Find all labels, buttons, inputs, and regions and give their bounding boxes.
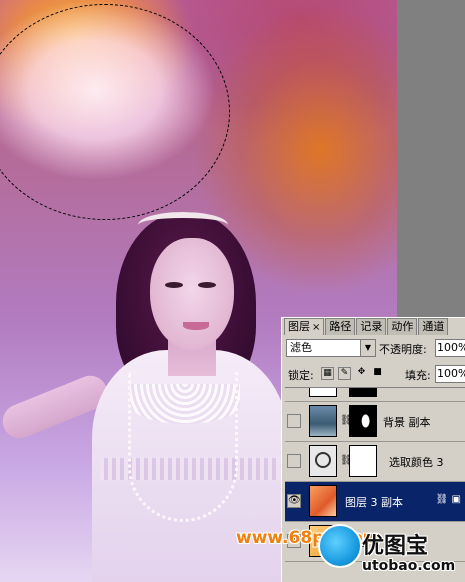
layer-mask [349,445,377,477]
elliptical-selection[interactable] [0,4,230,220]
watermark-url: utobao.com [362,558,456,574]
layer-row[interactable]: ⛓ 选取颜色 3 [285,442,465,482]
layer-row-partial[interactable] [285,388,465,402]
fill-input[interactable]: 100% [435,365,465,383]
layer-row-selected[interactable]: 👁 图层 3 副本 ⛓ ▣ [285,482,465,522]
layer-mask [349,388,377,397]
model-face [150,238,234,350]
tab-paths[interactable]: 路径 [325,318,356,335]
headband [138,212,228,238]
visibility-toggle[interactable] [287,454,301,468]
close-icon[interactable]: × [312,322,320,333]
adjustment-thumbnail [309,445,337,477]
opacity-input[interactable]: 100% [435,339,465,357]
left-eye [165,282,183,288]
lock-position-icon[interactable]: ✥ [355,367,368,380]
layer-name: 选取颜色 3 [389,456,444,469]
lips [183,322,209,330]
layer-thumbnail [309,485,337,517]
layer-mask [349,405,377,437]
tab-layers[interactable]: 图层 × [284,318,325,335]
eye-icon[interactable]: 👁 [287,494,301,508]
pearl-necklace [128,372,238,522]
chevron-down-icon[interactable]: ▼ [360,340,375,356]
layer-name: 背景 副本 [383,416,431,429]
tab-actions[interactable]: 动作 [387,318,418,335]
fill-label: 填充: [405,369,431,382]
blend-mode-select[interactable]: 滤色 ▼ [286,339,376,357]
layer-thumbnail [309,405,337,437]
visibility-toggle[interactable] [287,414,301,428]
opacity-label: 不透明度: [379,343,427,356]
layer-row[interactable]: ⛓ 背景 副本 [285,402,465,442]
panel-tabs: 图层 × 路径 记录 动作 通道 [284,318,465,335]
lock-all-icon[interactable]: ■ [371,367,384,380]
layer-name: 图层 3 副本 [345,496,403,509]
tab-history[interactable]: 记录 [356,318,387,335]
lock-label: 锁定: [288,369,314,382]
layer-link-icon: ⛓ ▣ [435,494,461,505]
right-eye [198,282,216,288]
lock-pixels-icon[interactable]: ✎ [338,367,351,380]
tab-channels[interactable]: 通道 [418,318,449,335]
watermark-logo-icon [318,524,362,568]
layer-thumbnail [309,388,337,397]
watermark-brand: 优图宝 [362,534,429,559]
lock-transparency-icon[interactable]: ▦ [321,367,334,380]
